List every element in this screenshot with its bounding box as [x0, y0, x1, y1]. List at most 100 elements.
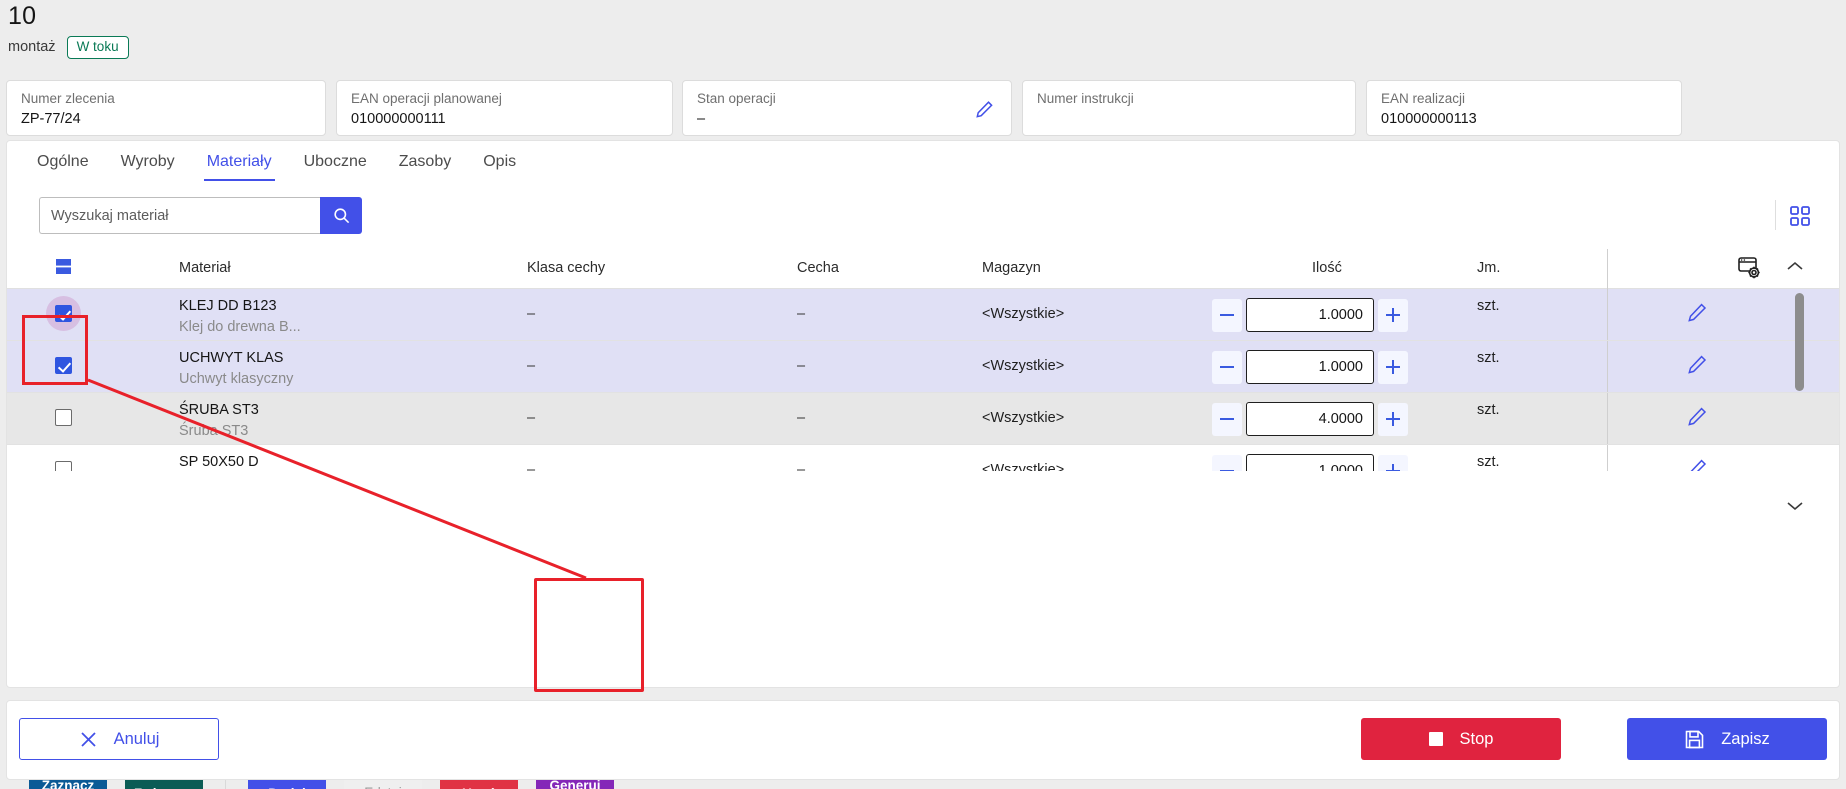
row-checkbox[interactable] — [55, 357, 72, 374]
quantity-decrement-button[interactable] — [1212, 454, 1242, 471]
quantity-input[interactable] — [1246, 402, 1374, 436]
column-header-klasa-cechy[interactable]: Klasa cechy — [527, 260, 605, 276]
tab-uboczne[interactable]: Uboczne — [288, 147, 383, 181]
cancel-button-label: Anuluj — [113, 729, 160, 748]
table-body: KLEJ DD B123 Klej do drewna B... – – <Wszyst… — [7, 289, 1839, 471]
pencil-icon[interactable] — [973, 99, 995, 126]
search-input[interactable] — [39, 197, 320, 234]
column-header-ilosc[interactable]: Ilość — [1312, 260, 1342, 276]
cell-cecha: – — [797, 462, 806, 471]
quantity-input[interactable] — [1246, 454, 1374, 471]
checkbox-unchecked-icon — [55, 409, 72, 426]
quantity-increment-button[interactable] — [1378, 350, 1408, 384]
quantity-stepper — [1212, 350, 1408, 384]
materials-table: Materiał Klasa cechy Cecha Magazyn Ilość… — [7, 249, 1841, 687]
quantity-increment-button[interactable] — [1378, 298, 1408, 332]
toolbar-divider — [1775, 200, 1776, 230]
scroll-up-chevron-icon[interactable] — [1785, 259, 1805, 278]
tab-wyroby[interactable]: Wyroby — [105, 147, 191, 181]
plus-icon — [1386, 464, 1400, 471]
operation-title-area: 10 montaż W toku — [0, 0, 1846, 68]
quantity-decrement-button[interactable] — [1212, 350, 1242, 384]
checkbox-checked-icon — [55, 357, 72, 374]
tab-bar: Ogólne Wyroby Materiały Uboczne Zasoby Opis — [7, 147, 532, 187]
plus-icon — [1386, 360, 1400, 374]
table-row[interactable]: SP 50X50 DSpód 50x50 dąb––<Wszystkie>szt… — [7, 445, 1839, 471]
tab-label: Uboczne — [303, 153, 367, 170]
tab-zasoby[interactable]: Zasoby — [383, 147, 467, 181]
material-description: Klej do drewna B... — [179, 319, 301, 335]
quantity-decrement-button[interactable] — [1212, 298, 1242, 332]
save-button-label: Zapisz — [1721, 729, 1770, 748]
app-root: 10 montaż W toku Numer zlecenia ZP-77/24 E… — [0, 0, 1846, 789]
minus-icon — [1220, 365, 1234, 369]
column-header-material[interactable]: Materiał — [179, 260, 231, 276]
row-edit-button[interactable] — [1685, 405, 1709, 434]
page-title: 10 — [8, 2, 37, 30]
table-row[interactable]: KLEJ DD B123 Klej do drewna B... – – <Wszyst… — [7, 289, 1839, 341]
tab-opis[interactable]: Opis — [467, 147, 532, 181]
status-badge: W toku — [66, 36, 129, 59]
info-field-3[interactable]: Stan operacji – — [682, 80, 1012, 136]
table-row[interactable]: ŚRUBA ST3 Śruba ST3 – – <Wszystkie> szt. — [7, 393, 1839, 445]
cell-klasa: – — [527, 462, 536, 471]
materials-panel: Ogólne Wyroby Materiały Uboczne Zasoby Opis — [6, 140, 1841, 789]
grid-view-icon — [1790, 205, 1810, 226]
tab-label: Materiały — [206, 153, 272, 170]
scroll-down-chevron-icon[interactable] — [1785, 499, 1805, 518]
save-disk-icon — [1685, 730, 1704, 748]
tab-materia-y[interactable]: Materiały — [191, 147, 288, 181]
checkbox-unchecked-icon — [55, 461, 72, 471]
cell-klasa: – — [527, 306, 536, 322]
table-settings-icon[interactable] — [1737, 255, 1763, 286]
row-column-divider — [1607, 445, 1608, 471]
tab-label: Wyroby — [120, 153, 175, 170]
table-row[interactable]: UCHWYT KLAS Uchwyt klasyczny – – <Wszystkie>… — [7, 341, 1839, 393]
material-code: KLEJ DD B123 — [179, 298, 277, 314]
stop-button[interactable]: Stop — [1361, 718, 1561, 760]
tab-label: Zasoby — [398, 153, 452, 170]
cell-unit: szt. — [1477, 350, 1500, 366]
select-all-checkbox[interactable] — [55, 258, 72, 279]
row-edit-button[interactable] — [1685, 353, 1709, 382]
column-header-jm[interactable]: Jm. — [1477, 260, 1500, 276]
table-header-row: Materiał Klasa cechy Cecha Magazyn Ilość… — [7, 249, 1839, 289]
row-column-divider — [1607, 289, 1608, 340]
search-button[interactable] — [320, 197, 362, 234]
cancel-button[interactable]: Anuluj — [19, 718, 219, 760]
table-scrollbar-thumb[interactable] — [1795, 293, 1804, 391]
quantity-decrement-button[interactable] — [1212, 402, 1242, 436]
plus-icon — [1386, 308, 1400, 322]
material-search — [39, 197, 362, 234]
row-checkbox[interactable] — [55, 409, 72, 426]
grid-view-button[interactable] — [1781, 197, 1819, 234]
quantity-input[interactable] — [1246, 298, 1374, 332]
operation-name: montaż — [8, 39, 56, 56]
material-code: UCHWYT KLAS — [179, 350, 284, 366]
minus-icon — [1220, 417, 1234, 421]
tab-og-lne[interactable]: Ogólne — [21, 147, 105, 181]
cell-magazyn: <Wszystkie> — [982, 410, 1065, 426]
info-field-label: Numer instrukcji — [1037, 91, 1134, 106]
stop-button-label: Stop — [1459, 729, 1494, 748]
row-edit-button[interactable] — [1685, 301, 1709, 330]
cell-klasa: – — [527, 358, 536, 374]
info-field-value: 010000000113 — [1381, 111, 1477, 127]
quantity-increment-button[interactable] — [1378, 402, 1408, 436]
material-description: Śruba ST3 — [179, 423, 249, 439]
info-field-value: – — [697, 111, 706, 127]
tab-label: Ogólne — [37, 153, 89, 170]
row-checkbox[interactable] — [55, 461, 72, 471]
save-button[interactable]: Zapisz — [1627, 718, 1827, 760]
cell-unit: szt. — [1477, 454, 1500, 470]
pencil-icon — [1688, 355, 1707, 374]
plus-icon — [1386, 412, 1400, 426]
quantity-increment-button[interactable] — [1378, 454, 1408, 471]
column-header-magazyn[interactable]: Magazyn — [982, 260, 1041, 276]
pencil-icon — [1688, 407, 1707, 426]
column-header-cecha[interactable]: Cecha — [797, 260, 839, 276]
quantity-input[interactable] — [1246, 350, 1374, 384]
row-checkbox[interactable] — [46, 296, 81, 331]
row-edit-button[interactable] — [1685, 457, 1709, 471]
row-column-divider — [1607, 393, 1608, 444]
